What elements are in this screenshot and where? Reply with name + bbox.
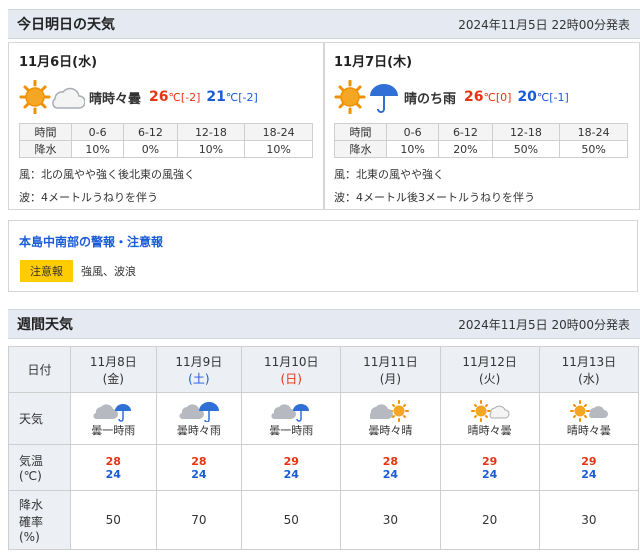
weather-icon-group bbox=[334, 79, 400, 115]
rain-chance-table: 時間 0-6 6-12 12-18 18-24 降水 10% 0% 10% 10% bbox=[19, 123, 313, 158]
weekly-date-cell: 11月12日 (火) bbox=[439, 346, 540, 393]
sun-icon bbox=[470, 399, 491, 422]
weekly-forecast-header: 週間天気 2024年11月5日 20時00分発表 bbox=[8, 309, 640, 339]
cloud-icon bbox=[52, 87, 86, 109]
wind-note: 風：北東の風やや強く bbox=[334, 168, 444, 181]
temp-max: 26℃[0] bbox=[464, 89, 512, 105]
today-forecast-announced: 2024年11月5日 22時00分発表 bbox=[458, 17, 630, 32]
cloud-icon bbox=[588, 405, 608, 418]
sun-icon bbox=[19, 79, 51, 115]
weekly-pop-cell: 70 bbox=[155, 490, 243, 550]
weekly-date-cell: 11月13日 (水) bbox=[538, 346, 640, 393]
day-date: 11月6日(水) bbox=[19, 55, 98, 70]
weekly-temp-cell: 28 24 bbox=[155, 444, 243, 491]
weekly-pop-cell: 50 bbox=[241, 490, 342, 550]
today-forecast-title: 今日明日の天気 bbox=[17, 17, 115, 33]
cloud-icon bbox=[93, 403, 119, 419]
row-label-pop: 降水 確率 (%) bbox=[8, 490, 71, 550]
today-forecast-header: 今日明日の天気 2024年11月5日 22時00分発表 bbox=[8, 9, 640, 39]
day-weather-label: 晴のち雨 bbox=[404, 91, 457, 107]
wind-note: 風：北の風やや強く後北東の風強く bbox=[19, 168, 195, 181]
weekly-date-cell: 11月9日 (土) bbox=[155, 346, 243, 393]
weekly-pop-cell: 20 bbox=[439, 490, 540, 550]
day-weather-label: 晴時々曇 bbox=[89, 91, 142, 107]
weekly-weather-cell: 曇一時雨 bbox=[241, 392, 342, 445]
advisory-text: 強風、波浪 bbox=[81, 265, 136, 278]
weekly-weather-cell: 晴時々曇 bbox=[538, 392, 640, 445]
weekly-temp-row: 気温 (℃) 28 24 28 24 29 24 28 24 29 24 29 24 bbox=[8, 444, 640, 491]
sun-icon bbox=[389, 399, 410, 422]
day-weather-row: 晴のち雨 26℃[0] 20℃[-1] bbox=[334, 77, 629, 117]
row-label-temp: 気温 (℃) bbox=[8, 444, 71, 491]
wave-note: 波：4メートルうねりを伴う bbox=[19, 191, 158, 204]
weekly-forecast-table: 日付 11月8日 (金) 11月9日 (土) 11月10日 (日) 11月11日 (月)… bbox=[8, 346, 640, 550]
weekly-date-cell: 11月8日 (金) bbox=[70, 346, 157, 393]
weekly-temp-cell: 29 24 bbox=[241, 444, 342, 491]
weekly-temp-cell: 29 24 bbox=[439, 444, 540, 491]
day-forecast-card: 11月7日(木) 晴のち雨 26℃[0] 20℃[-1] 時間 0-6 6-12… bbox=[323, 42, 640, 210]
temp-min: 20℃[-1] bbox=[517, 89, 569, 105]
cloud-icon bbox=[370, 403, 394, 419]
weekly-temp-cell: 28 24 bbox=[340, 444, 441, 491]
weather-icon-group bbox=[19, 79, 86, 115]
day-weather-row: 晴時々曇 26℃[-2] 21℃[-2] bbox=[19, 77, 314, 117]
sun-icon bbox=[569, 399, 590, 422]
cloud-icon bbox=[489, 405, 510, 418]
temp-max: 26℃[-2] bbox=[149, 89, 201, 105]
weekly-date-row: 日付 11月8日 (金) 11月9日 (土) 11月10日 (日) 11月11日 (月)… bbox=[8, 346, 640, 393]
weekly-pop-cell: 30 bbox=[340, 490, 441, 550]
warning-panel: 本島中南部の警報・注意報 注意報 強風、波浪 bbox=[8, 220, 638, 292]
weekly-temp-cell: 29 24 bbox=[538, 444, 640, 491]
weekly-pop-row: 降水 確率 (%) 50 70 50 30 20 30 bbox=[8, 490, 640, 550]
cloud-icon bbox=[271, 403, 297, 419]
day-date: 11月7日(木) bbox=[334, 55, 413, 70]
sun-icon bbox=[334, 79, 366, 115]
weekly-pop-cell: 30 bbox=[538, 490, 640, 550]
weekly-weather-cell: 曇時々晴 bbox=[340, 392, 441, 445]
rain-chance-table: 時間 0-6 6-12 12-18 18-24 降水 10% 20% 50% 50% bbox=[334, 123, 628, 158]
warning-title-link[interactable]: 本島中南部の警報・注意報 bbox=[19, 235, 163, 249]
weekly-date-cell: 11月10日 (日) bbox=[241, 346, 342, 393]
weekly-weather-cell: 晴時々曇 bbox=[439, 392, 540, 445]
temp-min: 21℃[-2] bbox=[206, 89, 258, 105]
weekly-temp-cell: 28 24 bbox=[70, 444, 157, 491]
weekly-forecast-title: 週間天気 bbox=[17, 317, 73, 333]
wave-note: 波：4メートル後3メートルうねりを伴う bbox=[334, 191, 535, 204]
weekly-weather-row: 天気 曇一時雨 曇時々雨 曇一時雨 曇時々晴 晴時々曇 晴時々曇 bbox=[8, 392, 640, 445]
umbrella-icon bbox=[370, 84, 398, 113]
weekly-date-cell: 11月11日 (月) bbox=[340, 346, 441, 393]
row-label-date: 日付 bbox=[8, 346, 71, 393]
advisory-badge: 注意報 bbox=[20, 260, 73, 282]
weekly-weather-cell: 曇一時雨 bbox=[70, 392, 157, 445]
day-forecast-card: 11月6日(水) 晴時々曇 26℃[-2] 21℃[-2] 時間 0-6 6-1… bbox=[8, 42, 325, 210]
weekly-pop-cell: 50 bbox=[70, 490, 157, 550]
weekly-weather-cell: 曇時々雨 bbox=[155, 392, 243, 445]
row-label-weather: 天気 bbox=[8, 392, 71, 445]
weekly-forecast-announced: 2024年11月5日 20時00分発表 bbox=[458, 317, 630, 332]
